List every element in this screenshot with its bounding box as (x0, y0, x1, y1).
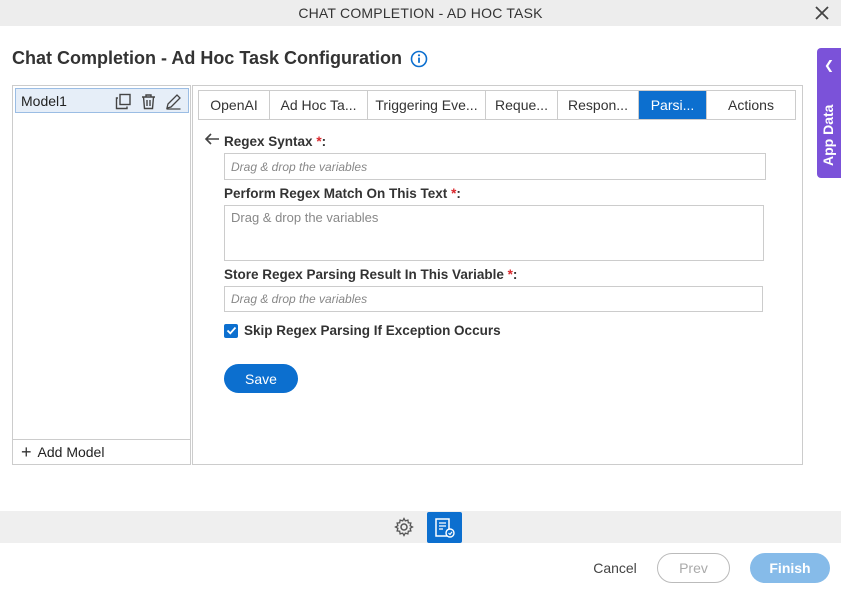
info-icon[interactable] (410, 50, 428, 68)
match-text-input[interactable]: Drag & drop the variables (224, 205, 764, 261)
delete-icon[interactable] (140, 93, 157, 110)
configuration-panel: OpenAI Ad Hoc Ta... Triggering Eve... Re… (192, 85, 803, 465)
app-data-label: App Data (820, 104, 836, 166)
bottom-toolbar (0, 511, 841, 543)
gear-icon[interactable] (394, 517, 414, 537)
cancel-button[interactable]: Cancel (585, 553, 645, 583)
skip-exception-checkbox[interactable] (224, 323, 238, 338)
save-button[interactable]: Save (224, 364, 298, 393)
skip-exception-label: Skip Regex Parsing If Exception Occurs (244, 323, 501, 338)
task-icon (435, 518, 455, 538)
app-data-tab[interactable]: ❮ App Data (817, 48, 841, 178)
back-arrow-icon[interactable] (204, 132, 220, 146)
tab-openai[interactable]: OpenAI (199, 91, 270, 119)
window-title: CHAT COMPLETION - AD HOC TASK (298, 5, 543, 21)
plus-icon: + (21, 442, 32, 462)
page-title: Chat Completion - Ad Hoc Task Configurat… (12, 48, 428, 69)
copy-icon[interactable] (115, 93, 132, 110)
finish-button[interactable]: Finish (750, 553, 830, 583)
regex-syntax-label: Regex Syntax *: (224, 134, 327, 149)
model-list-panel: Model1 + Add Model (12, 85, 191, 465)
window-titlebar: CHAT COMPLETION - AD HOC TASK (0, 0, 841, 26)
tab-actions[interactable]: Actions (707, 91, 795, 119)
regex-syntax-input[interactable]: Drag & drop the variables (224, 153, 766, 180)
page-title-text: Chat Completion - Ad Hoc Task Configurat… (12, 48, 402, 68)
tab-parsing[interactable]: Parsi... (639, 91, 707, 119)
match-text-label: Perform Regex Match On This Text *: (224, 186, 461, 201)
chevron-left-icon: ❮ (824, 58, 835, 72)
prev-button[interactable]: Prev (657, 553, 730, 583)
model-item[interactable]: Model1 (15, 88, 189, 113)
add-model-label: Add Model (37, 444, 105, 460)
tab-response[interactable]: Respon... (558, 91, 639, 119)
check-icon (226, 326, 236, 335)
close-icon[interactable] (813, 4, 831, 22)
store-result-label: Store Regex Parsing Result In This Varia… (224, 267, 518, 282)
model-item-label: Model1 (21, 92, 67, 109)
model-tools (115, 93, 182, 110)
tab-request[interactable]: Reque... (486, 91, 558, 119)
tab-ad-hoc-task[interactable]: Ad Hoc Ta... (270, 91, 368, 119)
tab-bar: OpenAI Ad Hoc Ta... Triggering Eve... Re… (198, 90, 796, 120)
skip-exception-row: Skip Regex Parsing If Exception Occurs (224, 323, 501, 338)
store-result-input[interactable]: Drag & drop the variables (224, 286, 763, 312)
task-view-button[interactable] (427, 512, 462, 543)
add-model-button[interactable]: + Add Model (13, 439, 190, 464)
tab-triggering-events[interactable]: Triggering Eve... (368, 91, 486, 119)
edit-icon[interactable] (165, 93, 182, 110)
